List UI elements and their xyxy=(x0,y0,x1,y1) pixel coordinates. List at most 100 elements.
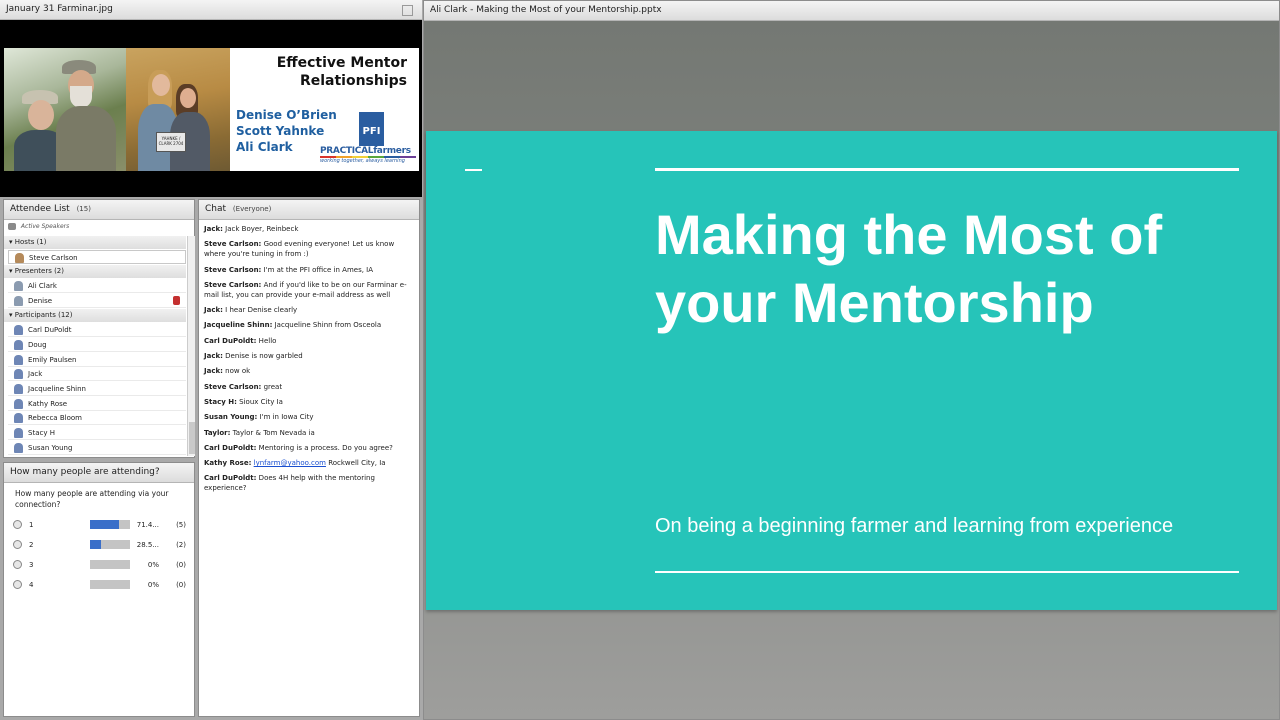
slide: Making the Most of your Mentorship On be… xyxy=(426,131,1277,610)
chat-message: Steve Carlson: And if you'd like to be o… xyxy=(204,280,407,299)
chat-message: Jack: I hear Denise clearly xyxy=(204,306,298,315)
attendee-row[interactable]: Stacy H xyxy=(8,426,186,440)
slide-accent-line xyxy=(465,169,482,171)
slide-subtitle: On being a beginning farmer and learning… xyxy=(655,515,1174,537)
user-icon xyxy=(14,399,23,409)
chat-scope[interactable]: (Everyone) xyxy=(233,205,271,213)
attendee-scrollbar[interactable] xyxy=(187,236,195,456)
speaker-icon xyxy=(8,223,16,230)
attendee-list-panel: Attendee List (15) Active Speakers ▾ Hos… xyxy=(3,199,195,458)
presenters-section[interactable]: ▾ Presenters (2) xyxy=(4,265,186,278)
presentation-title: Ali Clark - Making the Most of your Ment… xyxy=(430,5,662,15)
attendee-count: (15) xyxy=(76,205,91,213)
slide-title: Making the Most of your Mentorship xyxy=(655,203,1163,334)
chat-titlebar: Chat (Everyone) xyxy=(199,200,419,220)
pfi-logo-text: PRACTICALfarmers xyxy=(320,146,411,156)
chat-message: Jack: Denise is now garbled xyxy=(204,352,303,361)
chat-message: Jack: Jack Boyer, Reinbeck xyxy=(204,225,299,233)
presentation-panel: Ali Clark - Making the Most of your Ment… xyxy=(423,0,1280,720)
attendee-row[interactable]: Carl DuPoldt xyxy=(8,323,186,337)
hosts-section[interactable]: ▾ Hosts (1) xyxy=(4,236,186,249)
chat-message: Carl DuPoldt: Hello xyxy=(204,336,277,345)
chat-message: Jack: now ok xyxy=(204,367,251,376)
chat-message: Jacqueline Shinn: Jacqueline Shinn from … xyxy=(204,321,382,330)
shared-image: YAHNKE / CLARK 2704 Effective Mentor Rel… xyxy=(4,24,419,194)
user-icon xyxy=(14,369,23,379)
chat-message: Steve Carlson: Good evening everyone! Le… xyxy=(204,240,395,259)
chat-message: Carl DuPoldt: Does 4H help with the ment… xyxy=(204,474,375,493)
poll-option[interactable]: 2 28.5... (2) xyxy=(4,538,194,552)
radio-button[interactable] xyxy=(13,520,22,529)
chat-message: Steve Carlson: great xyxy=(204,382,283,391)
user-icon xyxy=(14,413,23,423)
image-viewer-panel: January 31 Farminar.jpg YAHNKE / CLARK 2… xyxy=(0,0,422,197)
fullscreen-icon[interactable] xyxy=(402,5,413,16)
pfi-logo-icon: PFI xyxy=(359,112,384,146)
attendee-row[interactable]: Kathy Rose xyxy=(8,397,186,411)
active-speakers-label: Active Speakers xyxy=(8,223,69,230)
image-viewer-titlebar: January 31 Farminar.jpg xyxy=(0,0,422,20)
banner-title: Effective Mentor Relationships xyxy=(276,55,407,89)
collapse-icon[interactable]: ▾ xyxy=(9,311,13,319)
attendee-row[interactable]: Steve Carlson xyxy=(8,250,186,264)
user-icon xyxy=(14,384,23,394)
attendee-list-titlebar: Attendee List (15) xyxy=(4,200,194,220)
mailbox: YAHNKE / CLARK 2704 xyxy=(156,132,186,152)
chat-message: Steve Carlson: I'm at the PFI office in … xyxy=(204,265,374,274)
chat-message: Taylor: Taylor & Tom Nevada ia xyxy=(204,428,315,437)
presentation-titlebar: Ali Clark - Making the Most of your Ment… xyxy=(424,1,1279,21)
user-icon xyxy=(14,443,23,453)
slide-top-rule xyxy=(655,168,1239,171)
banner-image: YAHNKE / CLARK 2704 Effective Mentor Rel… xyxy=(4,48,419,171)
presenter-screen-icon xyxy=(14,296,23,306)
chat-message: Kathy Rose: lynfarm@yahoo.com Rockwell C… xyxy=(204,459,386,468)
chat-email-link[interactable]: lynfarm@yahoo.com xyxy=(254,459,326,467)
presenter-name-3: Ali Clark xyxy=(236,140,293,154)
attendee-list-title: Attendee List xyxy=(10,204,70,214)
presenter-name-2: Scott Yahnke xyxy=(236,124,325,138)
collapse-icon[interactable]: ▾ xyxy=(9,267,13,275)
poll-bar xyxy=(90,540,130,549)
chat-message: Susan Young: I'm in Iowa City xyxy=(204,413,314,422)
attendee-row[interactable]: Jacqueline Shinn xyxy=(8,382,186,396)
attendee-row[interactable]: Rebecca Bloom xyxy=(8,411,186,425)
user-icon xyxy=(14,340,23,350)
attendee-row[interactable]: Denise xyxy=(8,294,186,308)
presenter-screen-icon xyxy=(14,281,23,291)
pfi-logo-tagline: working together, always learning xyxy=(320,158,405,164)
radio-button[interactable] xyxy=(13,560,22,569)
scrollbar-thumb[interactable] xyxy=(189,422,195,454)
poll-bar xyxy=(90,520,130,529)
participants-section[interactable]: ▾ Participants (12) xyxy=(4,309,186,322)
photo-women-mailbox: YAHNKE / CLARK 2704 xyxy=(126,48,230,171)
poll-question: How many people are attending via your c… xyxy=(15,489,169,509)
poll-bar-fill xyxy=(90,540,102,549)
poll-option[interactable]: 3 0% (0) xyxy=(4,558,194,572)
attendee-row[interactable]: Susan Young xyxy=(8,441,186,455)
photo-couple xyxy=(4,48,126,171)
chat-messages: Jack: Jack Boyer, Reinbeck Steve Carlson:… xyxy=(204,224,414,499)
user-icon xyxy=(14,325,23,335)
chat-message: Stacy H: Sioux City Ia xyxy=(204,397,283,406)
attendee-row[interactable]: Ali Clark xyxy=(8,279,186,293)
poll-option[interactable]: 4 0% (0) xyxy=(4,578,194,592)
collapse-icon[interactable]: ▾ xyxy=(9,238,13,246)
radio-button[interactable] xyxy=(13,580,22,589)
attendee-row[interactable]: Emily Paulsen xyxy=(8,353,186,367)
poll-bar xyxy=(90,580,130,589)
poll-option[interactable]: 1 71.4... (5) xyxy=(4,518,194,532)
poll-titlebar: How many people are attending? xyxy=(4,463,194,483)
attendee-row[interactable]: Jack xyxy=(8,367,186,381)
chat-title: Chat xyxy=(205,204,227,214)
chat-panel: Chat (Everyone) Jack: Jack Boyer, Reinbe… xyxy=(198,199,420,717)
presenter-name-1: Denise O’Brien xyxy=(236,108,337,122)
attendee-row[interactable]: Doug xyxy=(8,338,186,352)
microphone-icon[interactable] xyxy=(173,296,180,305)
host-user-icon xyxy=(15,253,24,263)
poll-bar-fill xyxy=(90,520,119,529)
slide-bottom-rule xyxy=(655,571,1239,573)
user-icon xyxy=(14,428,23,438)
user-icon xyxy=(14,355,23,365)
radio-button[interactable] xyxy=(13,540,22,549)
poll-panel: How many people are attending? How many … xyxy=(3,462,195,717)
